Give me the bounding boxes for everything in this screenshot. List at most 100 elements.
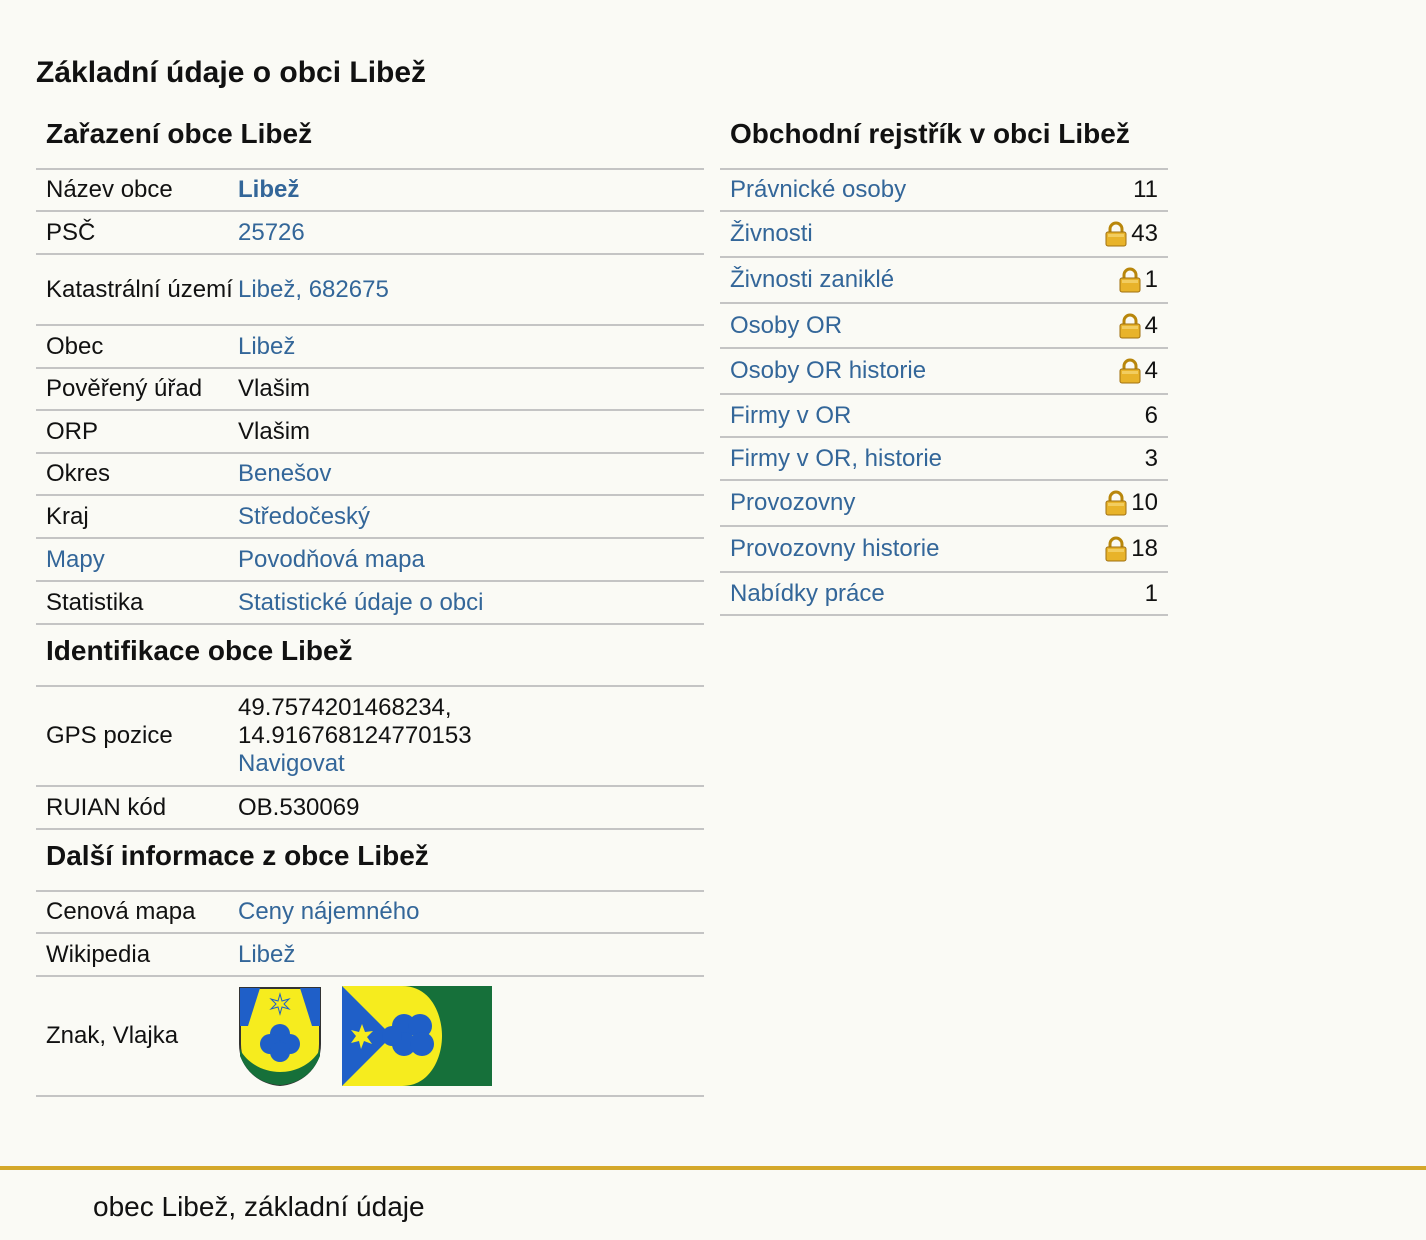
row-kraj: Kraj Středočeský xyxy=(36,496,704,539)
rejstrik-row: Právnické osoby 11 xyxy=(720,170,1168,212)
section-title-identifikace: Identifikace obce Libež xyxy=(36,625,704,687)
link-wikipedia[interactable]: Libež xyxy=(238,941,295,968)
row-cenova-mapa: Cenová mapa Ceny nájemného xyxy=(36,892,704,934)
count-value: 10 xyxy=(1131,489,1158,516)
lock-icon xyxy=(1119,267,1141,293)
rejstrik-row: Osoby OR historie 4 xyxy=(720,349,1168,395)
row-orp: ORP Vlašim xyxy=(36,411,704,454)
rejstrik-link[interactable]: Právnické osoby xyxy=(730,176,906,204)
rejstrik-link[interactable]: Firmy v OR xyxy=(730,402,851,430)
rejstrik-row: Osoby OR 4 xyxy=(720,304,1168,349)
rejstrik-count: 11 xyxy=(1133,176,1158,204)
rejstrik-row: Živnosti zaniklé 1 xyxy=(720,258,1168,304)
row-statistika: Statistika Statistické údaje o obci xyxy=(36,582,704,625)
link-okres[interactable]: Benešov xyxy=(238,460,331,487)
row-nazev-obce: Název obce Libež xyxy=(36,170,704,212)
rejstrik-row: Provozovny 10 xyxy=(720,481,1168,527)
section-title-zarazeni: Zařazení obce Libež xyxy=(36,108,704,170)
section-title-dalsi: Další informace z obce Libež xyxy=(36,830,704,892)
rejstrik-link[interactable]: Osoby OR xyxy=(730,312,842,340)
link-obec[interactable]: Libež xyxy=(238,333,295,360)
row-label: Název obce xyxy=(46,176,173,203)
row-label: Wikipedia xyxy=(46,940,151,968)
link-nazev-obce[interactable]: Libež xyxy=(238,176,299,203)
rejstrik-count: 4 xyxy=(1119,357,1158,385)
row-label: PSČ xyxy=(46,218,96,246)
lock-icon xyxy=(1119,358,1141,384)
row-label: RUIAN kód xyxy=(46,793,167,821)
row-psc: PSČ 25726 xyxy=(36,212,704,255)
gps-value: 49.7574201468234, 14.916768124770153 Nav… xyxy=(238,694,704,778)
rejstrik-count: 6 xyxy=(1145,402,1158,430)
rejstrik-link[interactable]: Provozovny historie xyxy=(730,535,939,563)
count-value: 11 xyxy=(1133,176,1158,203)
section-title-rejstrik: Obchodní rejstřík v obci Libež xyxy=(720,108,1168,170)
rejstrik-row: Provozovny historie 18 xyxy=(720,527,1168,573)
link-psc[interactable]: 25726 xyxy=(238,219,305,246)
row-label: Kraj xyxy=(46,502,89,530)
ruian-value: OB.530069 xyxy=(238,793,360,821)
right-column: Obchodní rejstřík v obci Libež Právnické… xyxy=(720,108,1168,616)
count-value: 1 xyxy=(1144,579,1158,607)
count-value: 43 xyxy=(1131,220,1158,247)
rejstrik-count: 1 xyxy=(1119,266,1158,294)
count-value: 18 xyxy=(1131,535,1158,562)
coat-of-arms-icon xyxy=(239,987,321,1086)
rejstrik-row: Živnosti 43 xyxy=(720,212,1168,258)
last-row-divider xyxy=(36,1095,704,1097)
gps-lon: 14.916768124770153 xyxy=(238,722,472,749)
link-kraj[interactable]: Středočeský xyxy=(238,503,370,530)
row-mapy: Mapy Povodňová mapa xyxy=(36,539,704,582)
row-label: Obec xyxy=(46,332,104,360)
row-obec: Obec Libež xyxy=(36,326,704,369)
lock-icon xyxy=(1105,536,1127,562)
rejstrik-link[interactable]: Osoby OR historie xyxy=(730,357,926,385)
rejstrik-count: 4 xyxy=(1119,312,1158,340)
link-statisticke-udaje[interactable]: Statistické údaje o obci xyxy=(238,589,483,616)
row-label: GPS pozice xyxy=(46,722,173,749)
row-label: ORP xyxy=(46,417,99,445)
page-title: Základní údaje o obci Libež xyxy=(36,56,427,89)
rejstrik-count: 43 xyxy=(1105,220,1158,248)
row-ruian: RUIAN kód OB.530069 xyxy=(36,787,704,830)
rejstrik-list: Právnické osoby 11 Živnosti 43 Živnosti zani… xyxy=(720,170,1168,616)
rejstrik-link[interactable]: Živnosti xyxy=(730,220,813,248)
link-ceny-najemneho[interactable]: Ceny nájemného xyxy=(238,898,419,925)
rejstrik-row: Firmy v OR 6 xyxy=(720,395,1168,438)
row-okres: Okres Benešov xyxy=(36,454,704,496)
rejstrik-link[interactable]: Firmy v OR, historie xyxy=(730,445,942,473)
rejstrik-row: Firmy v OR, historie 3 xyxy=(720,438,1168,481)
lock-icon xyxy=(1119,313,1141,339)
footer-text: obec Libež, základní údaje xyxy=(93,1191,425,1222)
row-label: Okres xyxy=(46,460,111,487)
link-povodnova-mapa[interactable]: Povodňová mapa xyxy=(238,546,425,573)
navigovat-link[interactable]: Navigovat xyxy=(238,750,345,777)
link-katastralni-uzemi[interactable]: Libež, 682675 xyxy=(238,276,389,303)
rejstrik-link[interactable]: Nabídky práce xyxy=(730,580,885,608)
rejstrik-count: 3 xyxy=(1145,445,1158,473)
rejstrik-count: 1 xyxy=(1145,580,1158,608)
rejstrik-count: 10 xyxy=(1105,489,1158,517)
count-value: 4 xyxy=(1144,357,1158,384)
count-value: 4 xyxy=(1144,311,1158,339)
row-povereny-urad: Pověřený úřad Vlašim xyxy=(36,369,704,411)
row-wikipedia: Wikipedia Libež xyxy=(36,934,704,977)
count-value: 1 xyxy=(1144,266,1158,293)
rejstrik-count: 18 xyxy=(1105,535,1158,563)
link-mapy[interactable]: Mapy xyxy=(46,546,105,573)
row-label: Znak, Vlajka xyxy=(46,1022,179,1049)
rejstrik-link[interactable]: Provozovny xyxy=(730,489,855,517)
value-orp: Vlašim xyxy=(238,417,311,445)
lock-icon xyxy=(1105,221,1127,247)
lock-icon xyxy=(1105,490,1127,516)
row-katastralni-uzemi: Katastrální území Libež, 682675 xyxy=(36,255,704,326)
row-gps: GPS pozice 49.7574201468234, 14.91676812… xyxy=(36,687,704,787)
value-povereny-urad: Vlašim xyxy=(238,375,311,402)
page: Základní údaje o obci Libež Zařazení obc… xyxy=(0,0,1426,1240)
count-value: 3 xyxy=(1144,444,1158,472)
left-column: Zařazení obce Libež Název obce Libež PSČ… xyxy=(36,108,704,1097)
row-label: Cenová mapa xyxy=(46,898,196,925)
emblems xyxy=(238,986,704,1086)
row-label: Pověřený úřad xyxy=(46,375,203,402)
rejstrik-link[interactable]: Živnosti zaniklé xyxy=(730,266,894,294)
